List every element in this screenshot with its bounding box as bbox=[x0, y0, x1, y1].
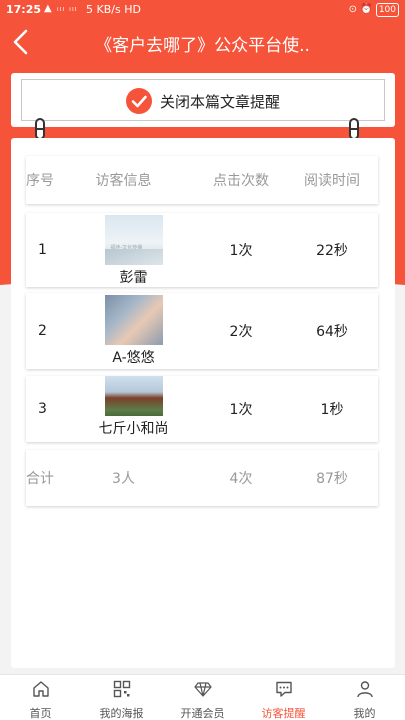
back-button[interactable] bbox=[10, 28, 32, 56]
visitor-table-card: 序号 访客信息 点击次数 阅读时间 1 福佳-文化传播 彭雷 1次 22秒 2 … bbox=[11, 138, 395, 668]
user-icon bbox=[356, 681, 373, 698]
visitor-name: 七斤小和尚 bbox=[98, 421, 169, 437]
check-circle-icon bbox=[126, 88, 152, 114]
row-index: 3 bbox=[38, 401, 47, 417]
bottom-tab-bar: 首页 我的海报 开通会员 访客提醒 我的 bbox=[0, 674, 405, 720]
home-icon bbox=[32, 681, 49, 697]
tab-home-label: 首页 bbox=[29, 707, 52, 720]
signal-icon: ▲ ᵢₗₗ ᵢₗₗ bbox=[44, 3, 78, 14]
tab-mine-label: 我的 bbox=[353, 707, 376, 720]
header-visitor: 访客信息 bbox=[95, 173, 152, 189]
status-time: 17:25 bbox=[6, 3, 42, 16]
visitor-name: 彭雷 bbox=[119, 270, 148, 286]
total-label: 合计 bbox=[26, 471, 54, 487]
chat-icon bbox=[275, 681, 292, 697]
visitor-info: 福佳-文化传播 彭雷 bbox=[81, 215, 186, 287]
page-title: 《客户去哪了》公众平台使.. bbox=[95, 36, 310, 56]
row-clicks: 1次 bbox=[229, 402, 253, 418]
row-index: 2 bbox=[38, 323, 47, 339]
tab-visitor-reminder[interactable]: 访客提醒 bbox=[243, 675, 324, 720]
chain-link-icon-right bbox=[349, 118, 359, 140]
row-read-time: 64秒 bbox=[316, 324, 348, 340]
header-clicks: 点击次数 bbox=[213, 173, 269, 189]
tab-my-poster-label: 我的海报 bbox=[99, 707, 144, 720]
visitor-info: 七斤小和尚 bbox=[81, 376, 186, 438]
header-index: 序号 bbox=[26, 173, 54, 189]
total-clicks: 4次 bbox=[229, 471, 253, 487]
tab-membership-label: 开通会员 bbox=[180, 707, 225, 720]
row-read-time: 22秒 bbox=[316, 243, 348, 259]
diamond-icon bbox=[193, 682, 212, 697]
visitor-name: A-悠悠 bbox=[112, 350, 155, 366]
table-row[interactable]: 1 福佳-文化传播 彭雷 1次 22秒 bbox=[26, 213, 378, 287]
tab-home[interactable]: 首页 bbox=[0, 675, 81, 720]
total-visitors: 3人 bbox=[112, 471, 135, 487]
table-total-row: 合计 3人 4次 87秒 bbox=[26, 450, 378, 506]
row-clicks: 1次 bbox=[229, 243, 253, 259]
battery-icon: 100 bbox=[375, 3, 399, 17]
tab-membership[interactable]: 开通会员 bbox=[162, 675, 243, 720]
total-read-time: 87秒 bbox=[316, 471, 348, 487]
net-speed-value: 5 KB/s bbox=[86, 3, 121, 16]
table-row[interactable]: 2 A-悠悠 2次 64秒 bbox=[26, 293, 378, 369]
row-clicks: 2次 bbox=[229, 324, 253, 340]
avatar: 福佳-文化传播 bbox=[104, 215, 163, 265]
chevron-left-icon bbox=[13, 29, 28, 55]
net-speed: 5 KB/s HD bbox=[86, 3, 141, 16]
table-row[interactable]: 3 七斤小和尚 1次 1秒 bbox=[26, 376, 378, 442]
tab-mine[interactable]: 我的 bbox=[324, 675, 405, 720]
tab-my-poster[interactable]: 我的海报 bbox=[81, 675, 162, 720]
status-bar: 17:25 ▲ ᵢₗₗ ᵢₗₗ 5 KB/s HD ⊙ ⏰ 100 bbox=[0, 0, 405, 20]
avatar bbox=[104, 295, 163, 345]
header-read-time: 阅读时间 bbox=[304, 173, 360, 189]
table-header-row: 序号 访客信息 点击次数 阅读时间 bbox=[26, 156, 378, 204]
close-reminder-label: 关闭本篇文章提醒 bbox=[160, 93, 281, 111]
net-type: HD bbox=[124, 3, 141, 16]
avatar bbox=[104, 376, 163, 416]
close-reminder-card: 关闭本篇文章提醒 bbox=[11, 73, 395, 127]
qrcode-icon bbox=[113, 680, 130, 698]
status-right: ⊙ ⏰ 100 bbox=[349, 3, 399, 17]
chain-link-icon-left bbox=[35, 118, 45, 140]
tab-visitor-reminder-label: 访客提醒 bbox=[261, 707, 306, 720]
row-read-time: 1秒 bbox=[320, 402, 344, 418]
top-bar: 《客户去哪了》公众平台使.. bbox=[0, 20, 405, 64]
visitor-info: A-悠悠 bbox=[81, 295, 186, 367]
row-index: 1 bbox=[38, 242, 47, 258]
close-reminder-button[interactable]: 关闭本篇文章提醒 bbox=[21, 79, 385, 121]
